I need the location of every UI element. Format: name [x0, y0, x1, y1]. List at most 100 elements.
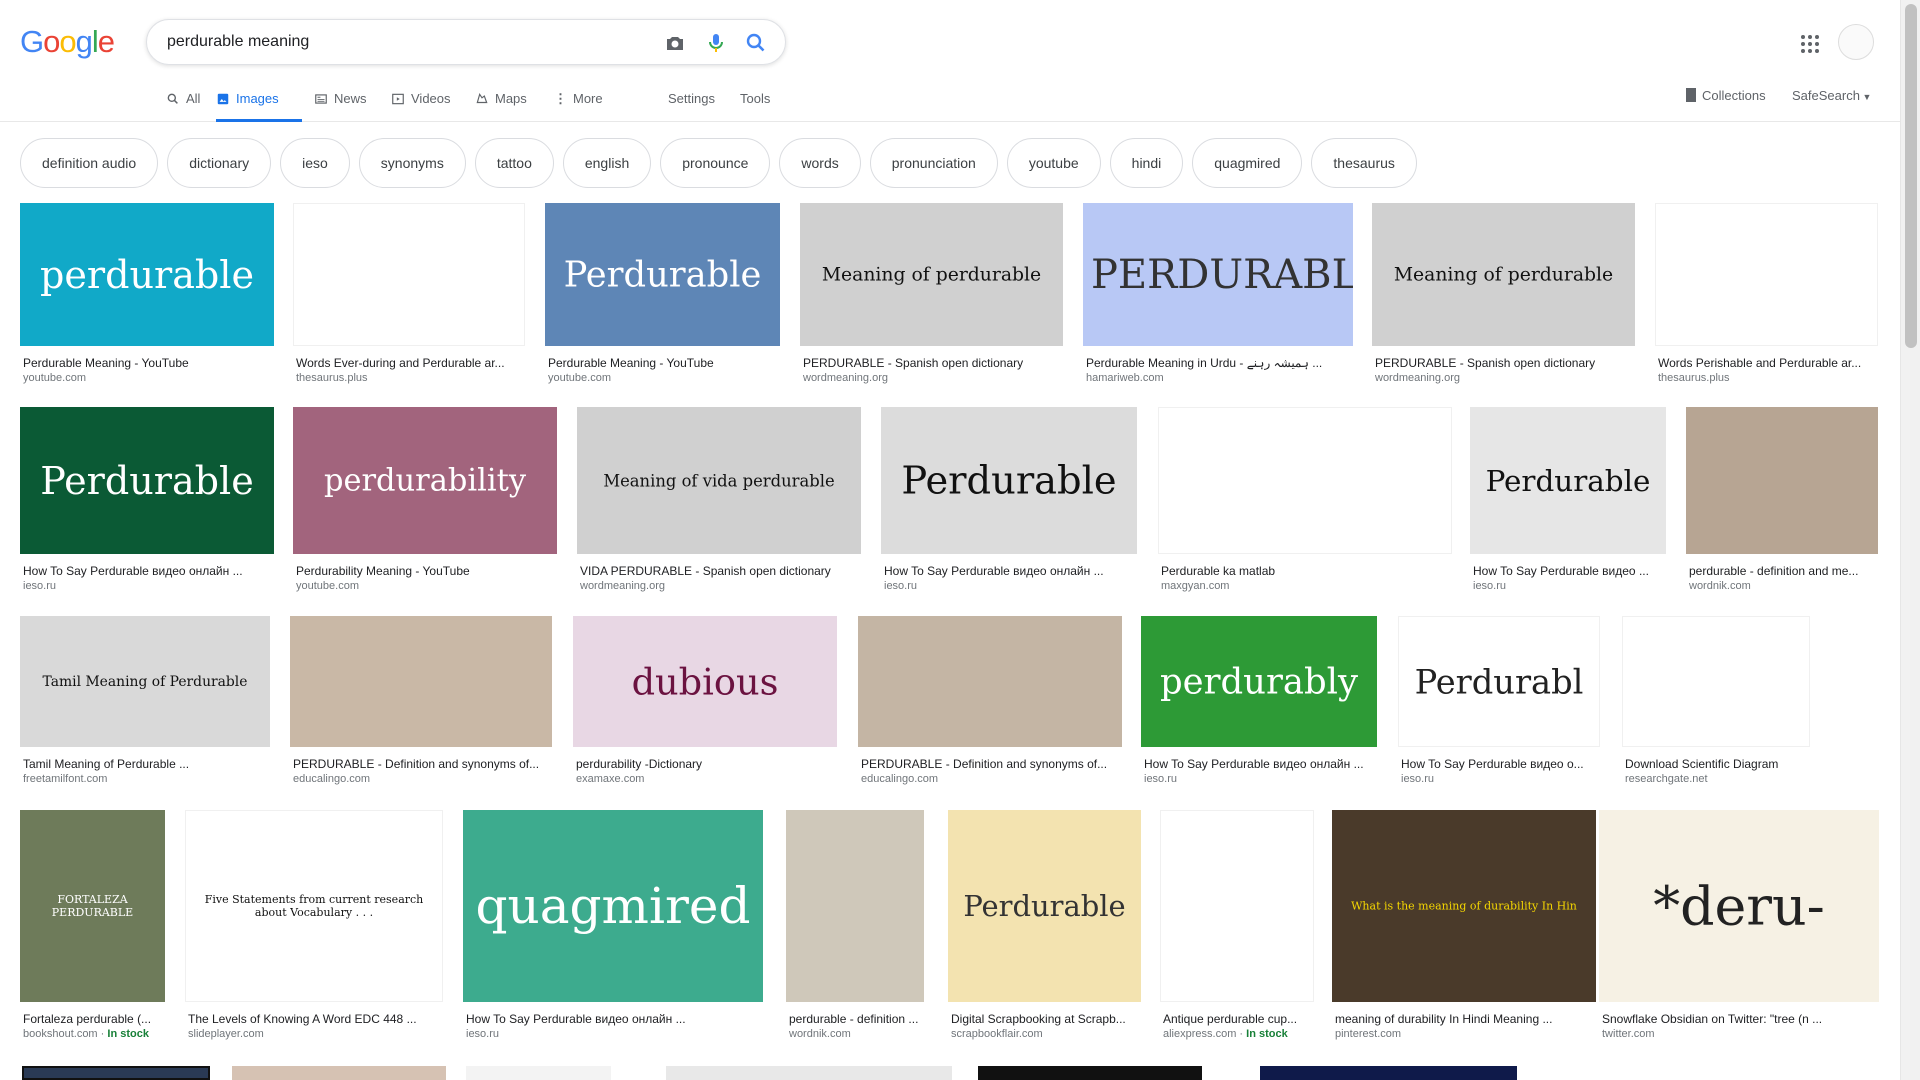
result-title[interactable]: PERDURABLE - Spanish open dictionary — [800, 355, 1063, 371]
result-title[interactable]: VIDA PERDURABLE - Spanish open dictionar… — [577, 563, 861, 579]
image-result[interactable]: Meaning of vida perdurable VIDA PERDURABL… — [577, 407, 861, 594]
result-thumbnail[interactable]: Perdurabl — [1398, 616, 1600, 747]
result-thumbnail[interactable] — [290, 616, 552, 747]
image-result[interactable]: Download Scientific Diagram researchgate.… — [1622, 616, 1810, 787]
image-result[interactable]: Perdurable How To Say Perdurable видео ..… — [1470, 407, 1666, 594]
result-thumbnail[interactable] — [786, 810, 924, 1002]
result-thumbnail[interactable]: Perdurable — [1470, 407, 1666, 554]
image-result[interactable]: *deru- Snowflake Obsidian on Twitter: "tr… — [1599, 810, 1879, 1042]
result-thumbnail[interactable]: Perdurable — [20, 407, 274, 554]
image-result[interactable]: perdurability Perdurability Meaning - You… — [293, 407, 557, 594]
result-thumbnail[interactable]: Perdurable — [545, 203, 780, 346]
tab-maps[interactable]: Maps — [475, 88, 527, 122]
image-result[interactable]: PERDURABLE - Definition and synonyms of.… — [290, 616, 552, 787]
image-result[interactable]: perdurable - definition ... wordnik.com — [786, 810, 924, 1042]
result-thumbnail[interactable]: dubious — [573, 616, 837, 747]
image-result[interactable]: Perdurable Perdurable Meaning - YouTube yo… — [545, 203, 780, 386]
result-thumbnail[interactable]: quagmired — [463, 810, 763, 1002]
result-title[interactable]: Perdurable ka matlab — [1158, 563, 1452, 579]
result-title[interactable]: How To Say Perdurable видео онлайн ... — [20, 563, 274, 579]
search-icon[interactable] — [744, 31, 768, 55]
search-input[interactable] — [167, 30, 647, 54]
chip-quagmired[interactable]: quagmired — [1192, 138, 1303, 188]
result-title[interactable]: PERDURABLE - Definition and synonyms of.… — [290, 756, 552, 772]
result-thumbnail[interactable]: perdurability — [293, 407, 557, 554]
result-title[interactable]: Antique perdurable cup... — [1160, 1011, 1314, 1027]
tab-more[interactable]: ⋮ More — [554, 88, 603, 122]
result-thumbnail[interactable] — [293, 203, 525, 346]
chip-english[interactable]: english — [562, 138, 652, 188]
image-result[interactable]: Perdurable ka matlab maxgyan.com — [1158, 407, 1452, 594]
result-thumbnail[interactable] — [1655, 203, 1878, 346]
result-thumbnail[interactable]: Perdurable — [881, 407, 1137, 554]
result-title[interactable]: Words Ever-during and Perdurable ar... — [293, 355, 525, 371]
result-title[interactable]: Digital Scrapbooking at Scrapb... — [948, 1011, 1141, 1027]
image-result[interactable]: Tamil Meaning of Perdurable Tamil Meaning… — [20, 616, 270, 787]
image-result[interactable]: Perdurable How To Say Perdurable видео он… — [881, 407, 1137, 594]
image-result[interactable]: PERDURABLE Perdurable Meaning in Urdu - ہ… — [1083, 203, 1353, 386]
result-title[interactable]: How To Say Perdurable видео ... — [1470, 563, 1666, 579]
tab-news[interactable]: News — [314, 88, 367, 122]
tab-videos[interactable]: Videos — [391, 88, 451, 122]
result-thumbnail[interactable]: perdurable — [20, 203, 274, 346]
result-thumbnail[interactable] — [1160, 810, 1314, 1002]
result-thumbnail[interactable]: perdurably — [1141, 616, 1377, 747]
result-thumbnail[interactable]: What is the meaning of durability In Hin — [1332, 810, 1596, 1002]
chip-tattoo[interactable]: tattoo — [474, 138, 554, 188]
result-thumbnail[interactable] — [1622, 616, 1810, 747]
microphone-icon[interactable] — [704, 31, 728, 55]
chip-words[interactable]: words — [779, 138, 861, 188]
result-title[interactable]: The Levels of Knowing A Word EDC 448 ... — [185, 1011, 443, 1027]
image-result[interactable]: Perdurabl How To Say Perdurable видео о..… — [1398, 616, 1600, 787]
image-result[interactable]: What is the meaning of durability In Hin… — [1332, 810, 1596, 1042]
image-result[interactable]: Meaning of perdurable PERDURABLE - Spanis… — [1372, 203, 1635, 386]
safesearch-menu[interactable]: SafeSearch ▼ — [1792, 88, 1871, 103]
result-title[interactable]: Fortaleza perdurable (... — [20, 1011, 165, 1027]
image-result[interactable]: Words Ever-during and Perdurable ar... th… — [293, 203, 525, 386]
image-result[interactable]: dubious perdurability -Dictionary examaxe.… — [573, 616, 837, 787]
collections-link[interactable]: Collections — [1686, 88, 1766, 103]
vertical-scrollbar[interactable] — [1900, 0, 1920, 1080]
result-thumbnail[interactable]: Five Statements from current research ab… — [185, 810, 443, 1002]
image-result[interactable]: perdurable - definition and me... wordnik… — [1686, 407, 1878, 594]
result-title[interactable]: Download Scientific Diagram — [1622, 756, 1810, 772]
image-result[interactable]: perdurably How To Say Perdurable видео он… — [1141, 616, 1377, 787]
chip-synonyms[interactable]: synonyms — [358, 138, 466, 188]
image-result[interactable]: quagmired How To Say Perdurable видео онл… — [463, 810, 763, 1042]
image-result[interactable]: Perdurable Digital Scrapbooking at Scrapb… — [948, 810, 1141, 1042]
result-thumbnail[interactable] — [858, 616, 1122, 747]
result-thumbnail[interactable] — [1686, 407, 1878, 554]
chip-dictionary[interactable]: dictionary — [167, 138, 272, 188]
result-thumbnail[interactable]: Perdurable — [948, 810, 1141, 1002]
result-title[interactable]: perdurable - definition and me... — [1686, 563, 1878, 579]
result-thumbnail[interactable]: Meaning of perdurable — [800, 203, 1063, 346]
result-title[interactable]: Perdurability Meaning - YouTube — [293, 563, 557, 579]
result-thumbnail[interactable]: *deru- — [1599, 810, 1879, 1002]
tab-all[interactable]: All — [166, 88, 200, 122]
result-title[interactable]: PERDURABLE - Spanish open dictionary — [1372, 355, 1635, 371]
result-thumbnail[interactable]: Meaning of vida perdurable — [577, 407, 861, 554]
result-title[interactable]: Perdurable Meaning - YouTube — [20, 355, 274, 371]
image-result[interactable]: perdurable Perdurable Meaning - YouTube yo… — [20, 203, 274, 386]
result-thumbnail[interactable]: Meaning of perdurable — [1372, 203, 1635, 346]
result-thumbnail[interactable] — [1158, 407, 1452, 554]
result-thumbnail[interactable]: FORTALEZA PERDURABLE — [20, 810, 165, 1002]
google-logo[interactable]: Google — [20, 24, 115, 60]
result-thumbnail[interactable]: PERDURABLE — [1083, 203, 1353, 346]
chip-thesaurus[interactable]: thesaurus — [1311, 138, 1417, 188]
image-result[interactable]: FORTALEZA PERDURABLE Fortaleza perdurable… — [20, 810, 165, 1042]
scrollbar-thumb[interactable] — [1905, 4, 1917, 348]
result-title[interactable]: meaning of durability In Hindi Meaning .… — [1332, 1011, 1596, 1027]
result-title[interactable]: How To Say Perdurable видео онлайн ... — [881, 563, 1137, 579]
tab-tools[interactable]: Tools — [740, 88, 770, 122]
result-title[interactable]: How To Say Perdurable видео онлайн ... — [1141, 756, 1377, 772]
camera-icon[interactable] — [663, 31, 687, 55]
image-result[interactable]: Perdurable How To Say Perdurable видео он… — [20, 407, 274, 594]
result-thumbnail[interactable]: Tamil Meaning of Perdurable — [20, 616, 270, 747]
image-result[interactable]: PERDURABLE - Definition and synonyms of.… — [858, 616, 1122, 787]
tab-settings[interactable]: Settings — [668, 88, 715, 122]
image-result[interactable]: Antique perdurable cup... aliexpress.com … — [1160, 810, 1314, 1042]
result-title[interactable]: PERDURABLE - Definition and synonyms of.… — [858, 756, 1122, 772]
image-result[interactable]: Words Perishable and Perdurable ar... the… — [1655, 203, 1878, 386]
result-title[interactable]: Perdurable Meaning - YouTube — [545, 355, 780, 371]
